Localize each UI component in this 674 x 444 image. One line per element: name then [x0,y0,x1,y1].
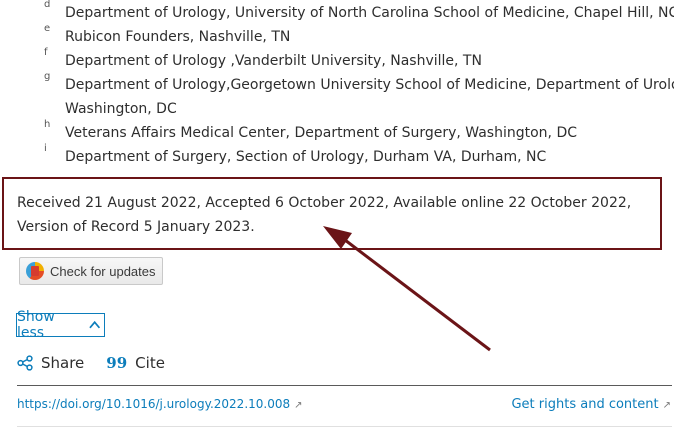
arrow-shaft [344,238,491,352]
arrow-head [323,226,352,249]
annotation-arrow [323,226,491,352]
